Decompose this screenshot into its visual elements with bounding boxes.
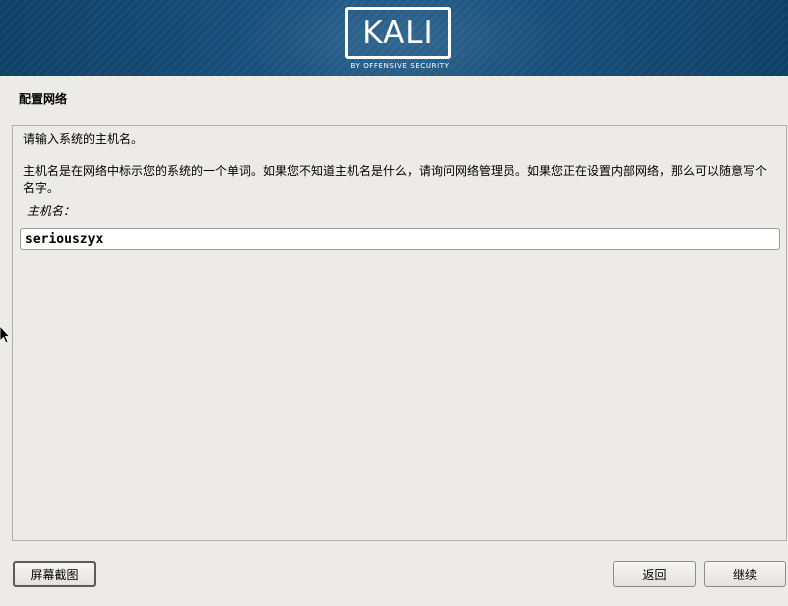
intro-text: 请输入系统的主机名。: [23, 132, 144, 146]
hostname-label: 主机名：: [27, 204, 76, 218]
kali-logo: KALI: [345, 7, 451, 59]
logo-subtitle: BY OFFENSIVE SECURITY: [350, 62, 450, 70]
description-text: 主机名是在网络中标示您的系统的一个单词。如果您不知道主机名是什么，请询问网络管理…: [23, 164, 768, 195]
kali-banner: KALI BY OFFENSIVE SECURITY: [0, 0, 788, 76]
screenshot-button[interactable]: 屏幕截图: [13, 561, 96, 587]
back-button[interactable]: 返回: [613, 561, 696, 587]
content-panel: 请输入系统的主机名。 主机名是在网络中标示您的系统的一个单词。如果您不知道主机名…: [12, 125, 787, 541]
continue-button[interactable]: 继续: [704, 561, 786, 587]
logo-text: KALI: [362, 14, 434, 51]
hostname-input[interactable]: [20, 228, 780, 250]
page-title: 配置网络: [19, 92, 68, 106]
mouse-pointer-icon: [0, 326, 10, 344]
